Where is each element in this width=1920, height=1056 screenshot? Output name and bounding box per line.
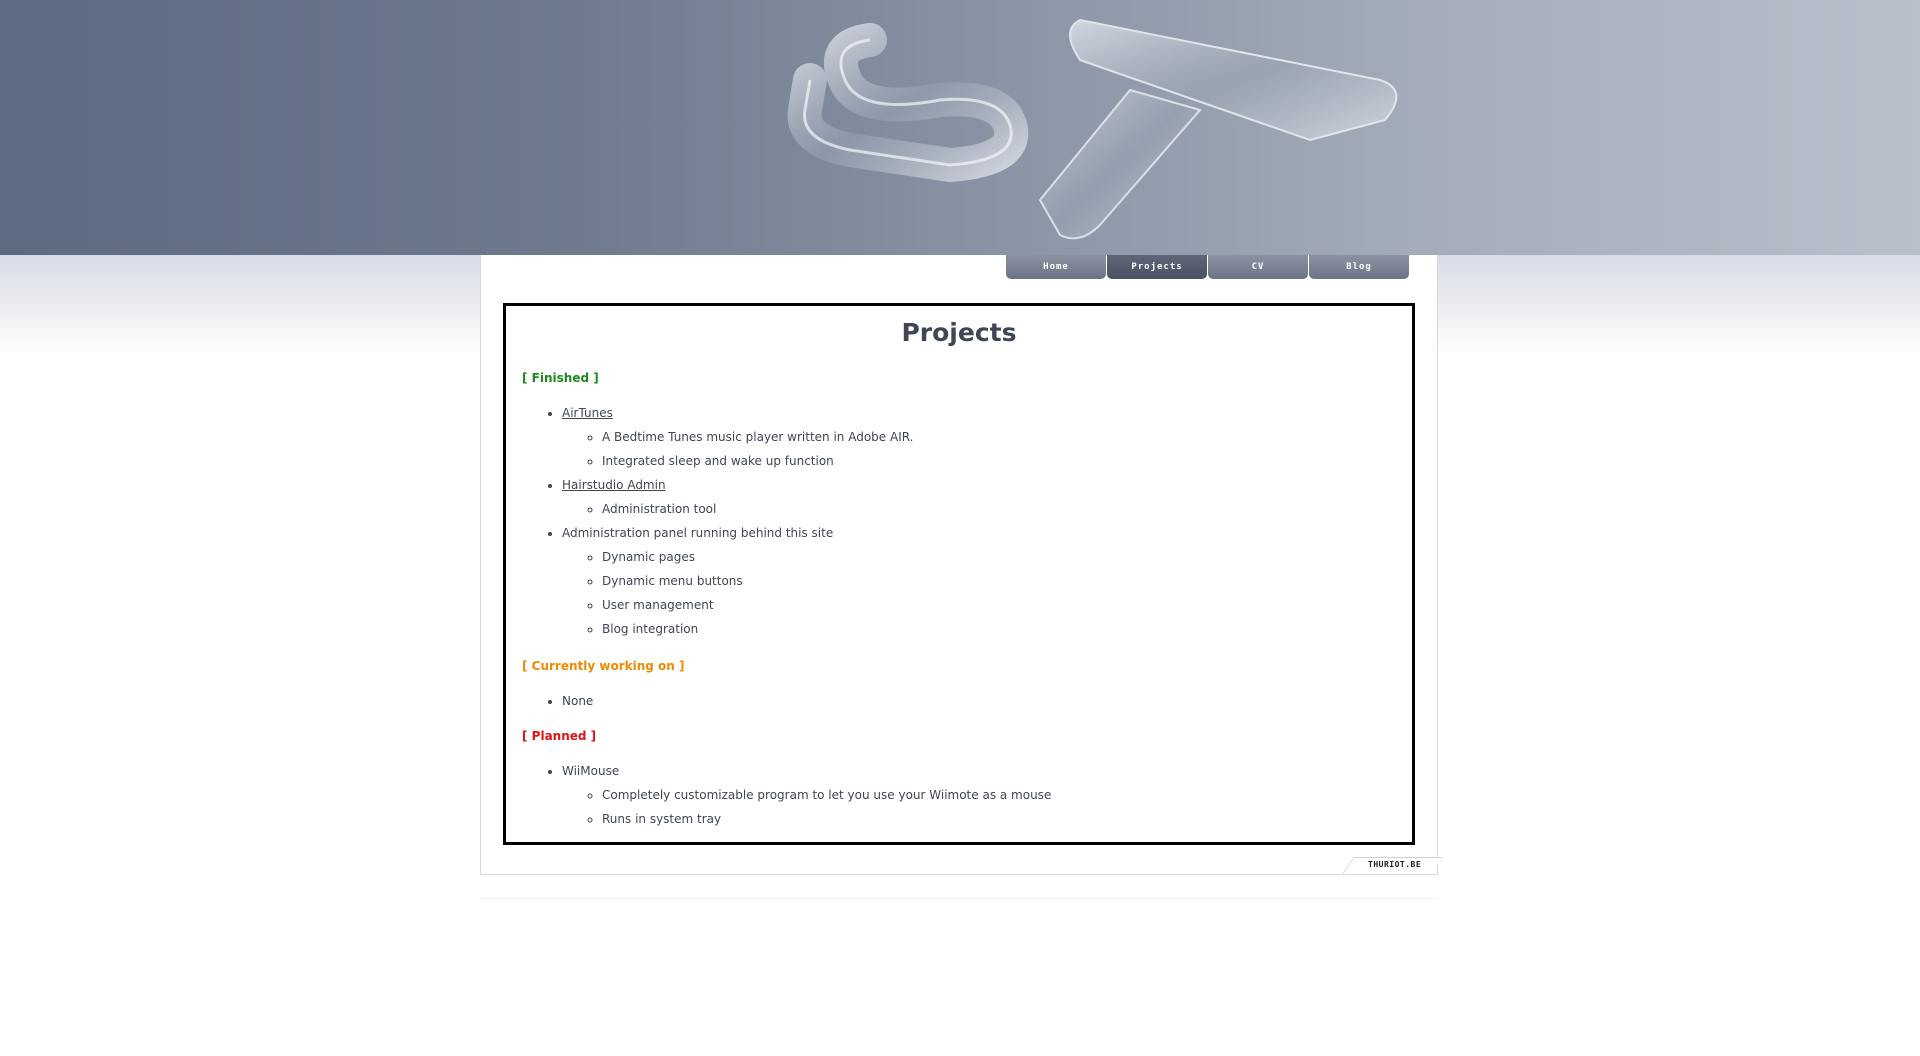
footer-divider (480, 898, 1438, 900)
list-item: Integrated sleep and wake up function (602, 449, 913, 473)
section-heading-finished: [ Finished ] (522, 371, 599, 385)
finished-list: AirTunes A Bedtime Tunes music player wr… (522, 401, 913, 641)
list-item: Dynamic menu buttons (602, 569, 913, 593)
section-heading-planned: [ Planned ] (522, 729, 597, 743)
planned-list: WiiMouse Completely customizable program… (522, 759, 1051, 831)
project-label-wiimouse: WiiMouse (562, 764, 620, 778)
list-item: None (562, 689, 593, 713)
project-link-hairstudio-admin[interactable]: Hairstudio Admin (562, 478, 666, 492)
list-item: A Bedtime Tunes music player written in … (602, 425, 913, 449)
list-item: AirTunes A Bedtime Tunes music player wr… (562, 401, 913, 473)
project-label-admin-panel: Administration panel running behind this… (562, 526, 834, 540)
list-item: Administration tool (602, 497, 913, 521)
footer-badge[interactable]: THURIOT.BE (1368, 860, 1421, 869)
list-item: WiiMouse Completely customizable program… (562, 759, 1051, 831)
nav-tab-home[interactable]: Home (1006, 255, 1106, 279)
nav-tab-cv[interactable]: CV (1208, 255, 1308, 279)
page-title: Projects (901, 318, 1017, 347)
list-item: Runs in system tray (602, 807, 1051, 831)
section-heading-current: [ Currently working on ] (522, 659, 685, 673)
nav-tab-projects[interactable]: Projects (1107, 255, 1207, 279)
list-item: Completely customizable program to let y… (602, 783, 1051, 807)
list-item: Hairstudio Admin Administration tool (562, 473, 913, 521)
content-box: Projects [ Finished ] AirTunes A Bedtime… (503, 303, 1415, 845)
list-item: Blog integration (602, 617, 913, 641)
list-item: Administration panel running behind this… (562, 521, 913, 641)
nav-tab-blog[interactable]: Blog (1309, 255, 1409, 279)
main-nav: Home Projects CV Blog (1006, 255, 1410, 279)
list-item: Dynamic pages (602, 545, 913, 569)
current-list: None (522, 689, 593, 713)
glass-st-logo-icon (787, 18, 1398, 240)
project-link-airtunes[interactable]: AirTunes (562, 406, 613, 420)
header-banner (0, 0, 1920, 255)
list-item: User management (602, 593, 913, 617)
